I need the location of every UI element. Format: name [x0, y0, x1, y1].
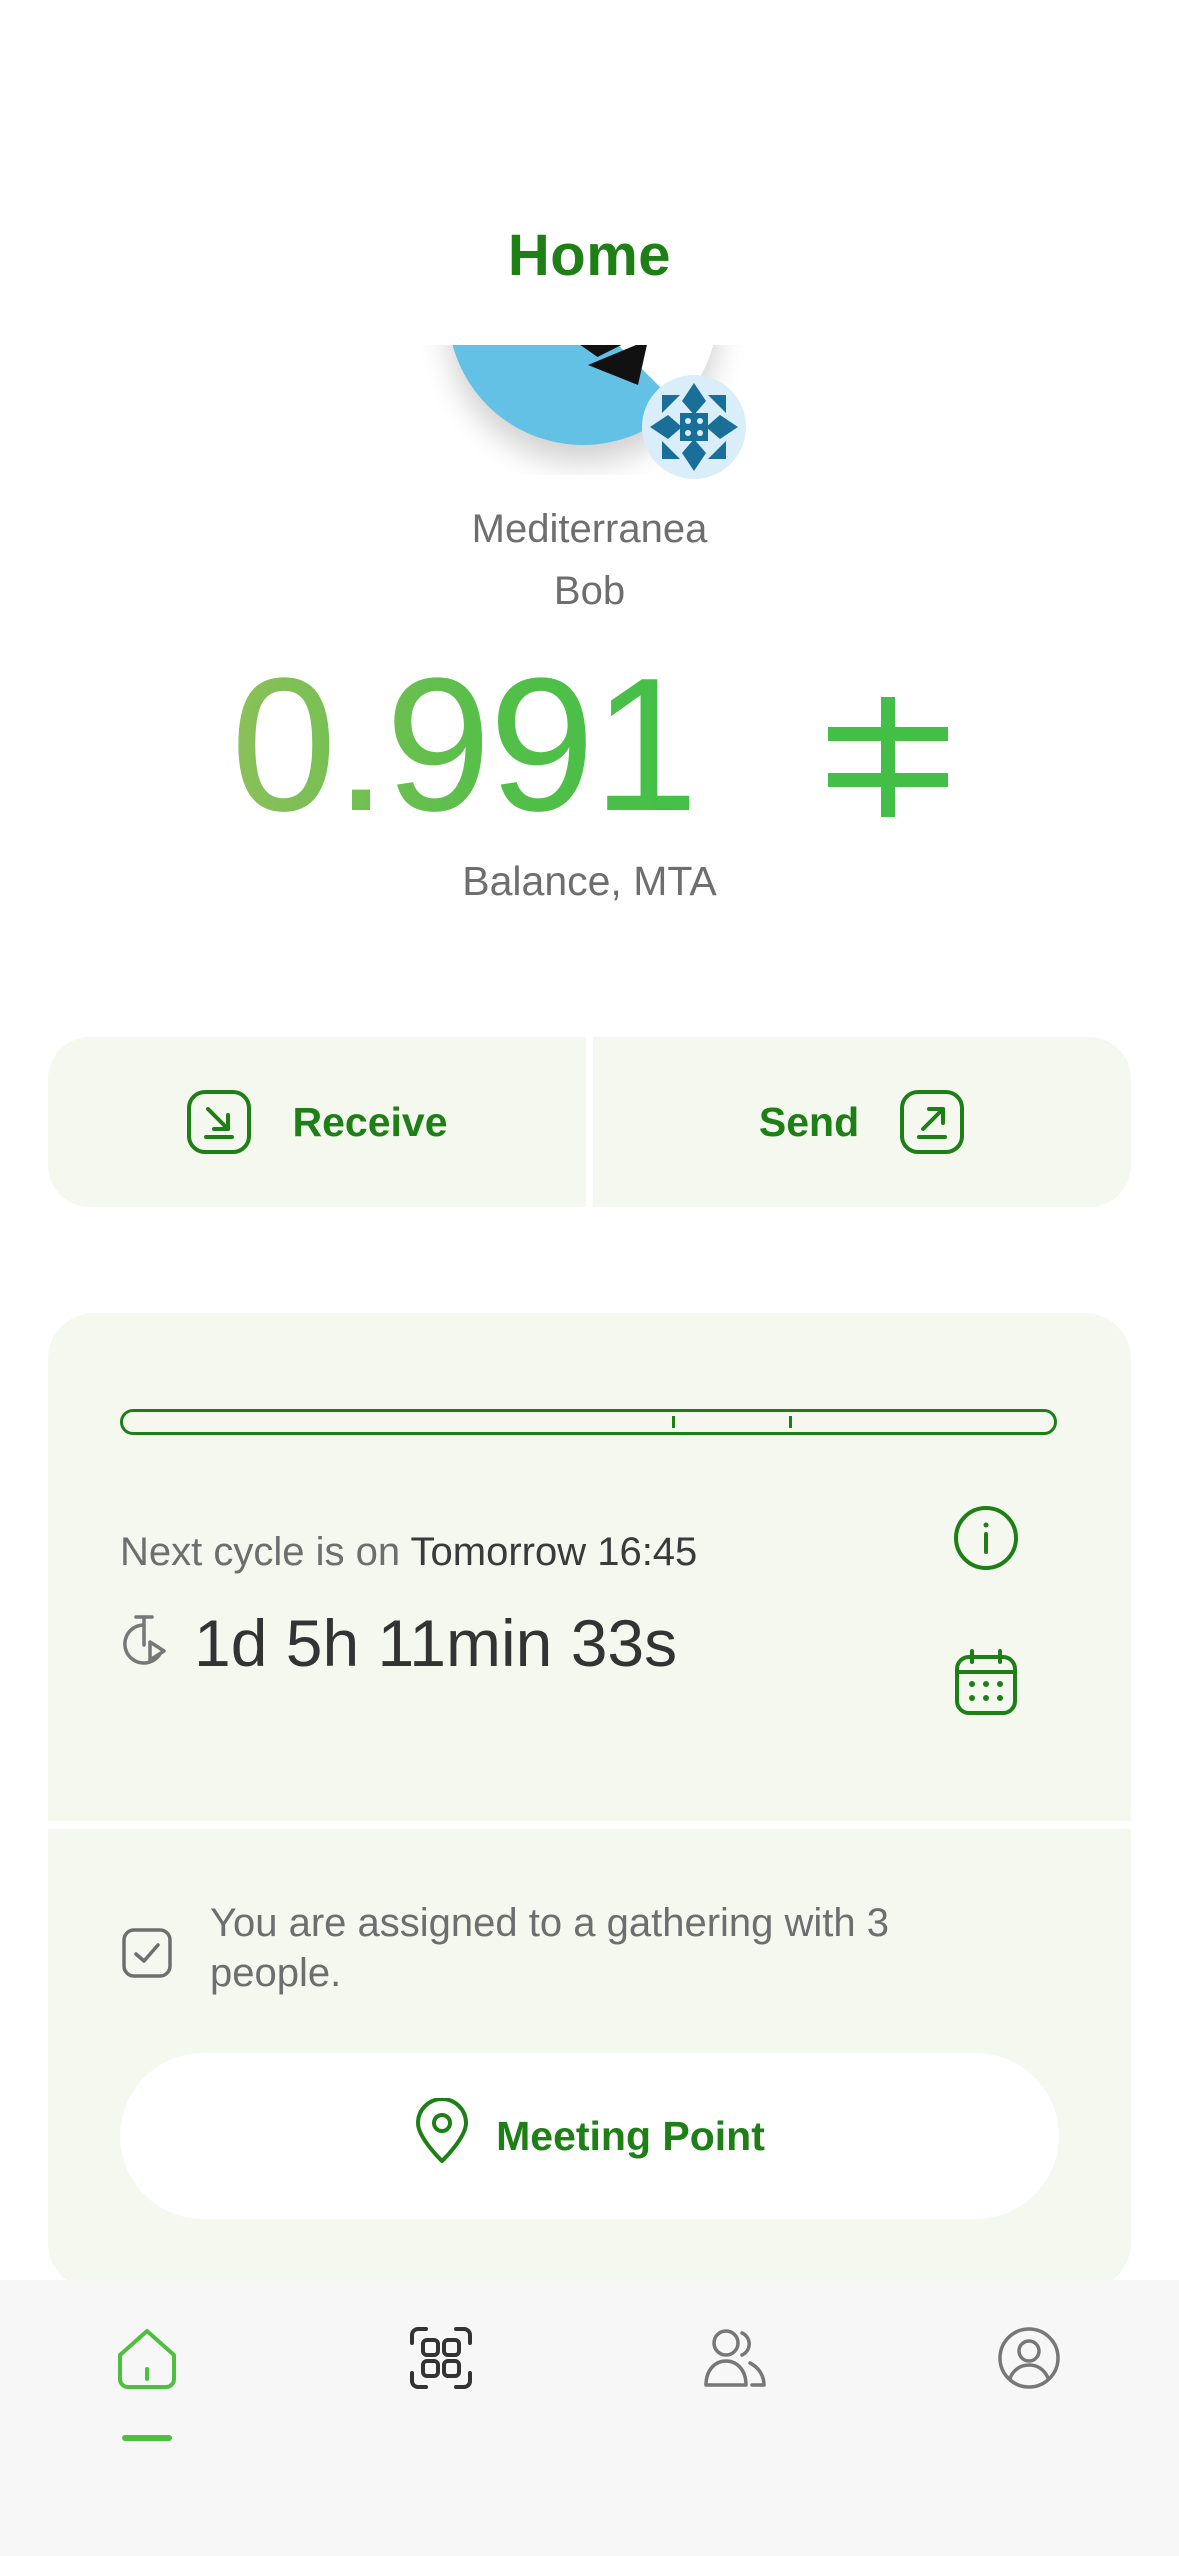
next-cycle-prefix: Next cycle is on	[120, 1530, 411, 1574]
checkbox-icon	[122, 1928, 172, 1983]
balance-value: 0.991	[230, 639, 698, 851]
send-label: Send	[758, 1098, 860, 1145]
qr-scan-icon	[408, 2325, 474, 2445]
page-title: Home	[507, 223, 672, 288]
receive-label: Receive	[292, 1098, 448, 1145]
meeting-point-button[interactable]: Meeting Point	[120, 2053, 1059, 2219]
currency-symbol-icon	[828, 647, 949, 857]
receive-button[interactable]: Receive	[48, 1037, 586, 1207]
balance-amount: 0.991	[0, 640, 1179, 865]
pattern-badge-icon	[642, 375, 746, 479]
profile-name: Mediterranea Bob	[0, 498, 1179, 622]
receive-icon	[186, 1089, 252, 1155]
contacts-icon	[702, 2325, 768, 2445]
profile-icon	[996, 2325, 1062, 2445]
tab-scan[interactable]	[381, 2325, 501, 2445]
next-cycle-text: Next cycle is on Tomorrow 16:45	[120, 1530, 697, 1575]
calendar-icon[interactable]	[954, 1648, 1018, 1721]
community-name: Mediterranea	[471, 507, 708, 551]
tab-contacts[interactable]	[675, 2325, 795, 2445]
progress-tick	[672, 1416, 675, 1428]
cycle-progress-bar	[120, 1409, 1057, 1435]
send-icon	[899, 1089, 965, 1155]
progress-tick	[789, 1416, 792, 1428]
location-pin-icon	[414, 2097, 470, 2174]
home-icon	[114, 2325, 180, 2445]
countdown-value: 1d 5h 11min 33s	[194, 1606, 678, 1680]
send-button[interactable]: Send	[593, 1037, 1131, 1207]
tab-active-indicator	[122, 2435, 172, 2441]
meeting-point-label: Meeting Point	[496, 2112, 765, 2159]
action-buttons: Receive Send	[48, 1037, 1131, 1207]
tab-home[interactable]	[87, 2325, 207, 2445]
info-icon[interactable]	[952, 1504, 1020, 1577]
timer-icon	[120, 1614, 168, 1673]
balance-label: Balance, MTA	[462, 858, 717, 904]
countdown: 1d 5h 11min 33s	[120, 1605, 677, 1681]
user-name: Bob	[553, 569, 626, 613]
tab-profile[interactable]	[969, 2325, 1089, 2445]
gathering-text: You are assigned to a gathering with 3 p…	[210, 1901, 890, 1995]
tab-bar	[0, 2280, 1179, 2556]
next-cycle-date: Tomorrow 16:45	[410, 1530, 698, 1574]
